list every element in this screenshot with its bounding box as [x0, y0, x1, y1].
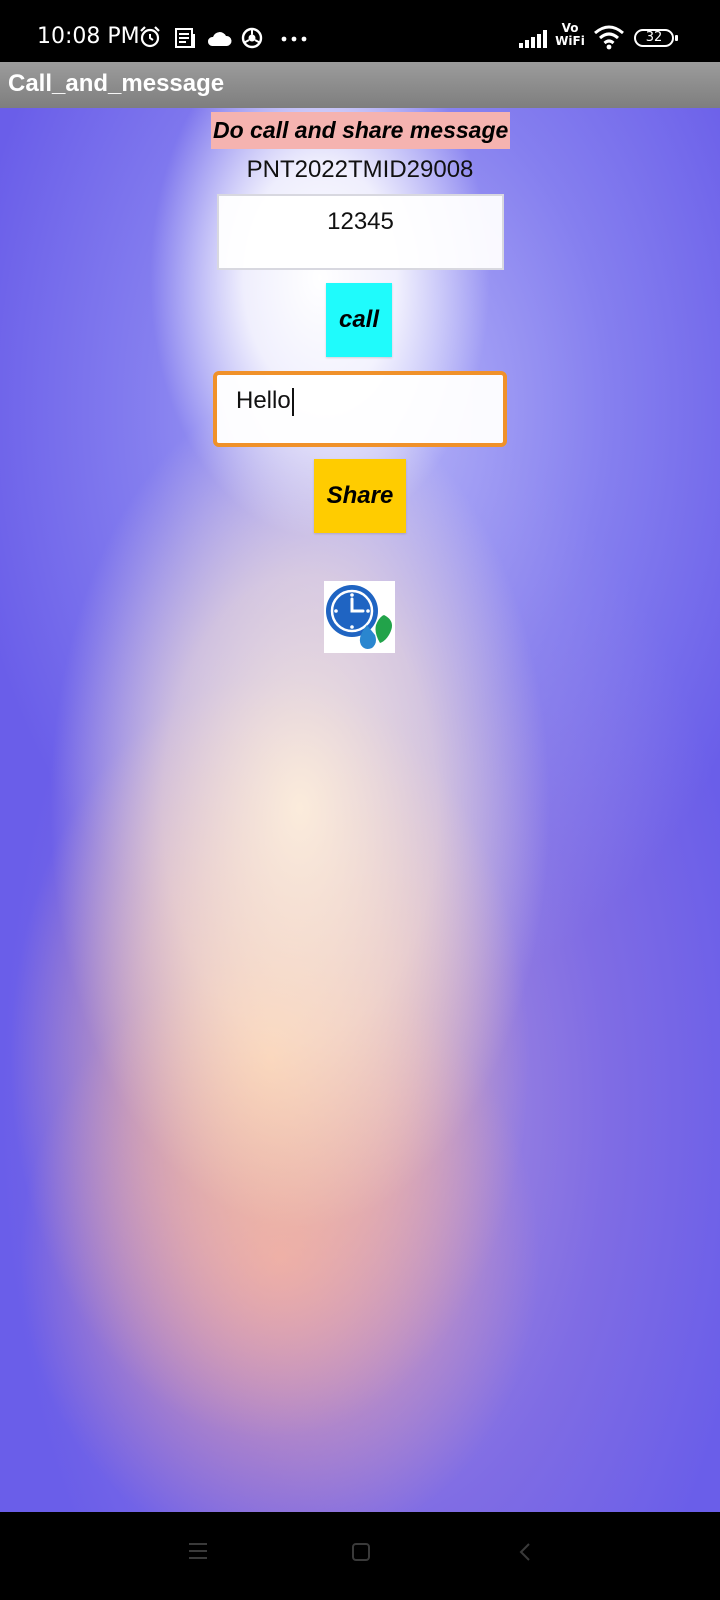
clock-water-logo-icon [326, 585, 392, 649]
chrome-icon [241, 27, 263, 49]
cloud-icon [207, 32, 232, 46]
navigation-bar [0, 1512, 720, 1600]
call-button[interactable]: call [326, 283, 392, 357]
status-time: 10:08 PM [37, 24, 140, 49]
wifi-icon [594, 25, 624, 50]
alarm-icon [140, 26, 160, 48]
project-id-label: PNT2022TMID29008 [246, 156, 474, 183]
message-input-value: Hello [236, 387, 291, 414]
battery-tip [675, 35, 678, 41]
home-icon[interactable] [351, 1542, 371, 1562]
phone-number-field[interactable]: 12345 [217, 194, 504, 270]
more-dots-icon [281, 36, 307, 42]
main-content: Do call and share message PNT2022TMID290… [0, 108, 720, 1512]
share-button[interactable]: Share [314, 459, 406, 533]
news-icon [175, 28, 195, 48]
app-bar: Call_and_message [0, 62, 720, 108]
text-cursor [291, 387, 294, 416]
battery-indicator: 32 [634, 29, 674, 47]
app-title: Call_and_message [8, 70, 225, 97]
status-bar: 10:08 PM Vo WiFi 32 [0, 0, 720, 62]
vowifi-indicator: Vo WiFi [553, 22, 587, 52]
clock-water-logo [324, 581, 395, 653]
signal-icon [519, 30, 547, 48]
vowifi-bottom-label: WiFi [555, 34, 585, 48]
menu-icon[interactable] [188, 1542, 208, 1560]
message-input[interactable]: Hello [213, 371, 507, 447]
back-icon[interactable] [518, 1542, 532, 1562]
page-heading: Do call and share message [211, 112, 511, 149]
